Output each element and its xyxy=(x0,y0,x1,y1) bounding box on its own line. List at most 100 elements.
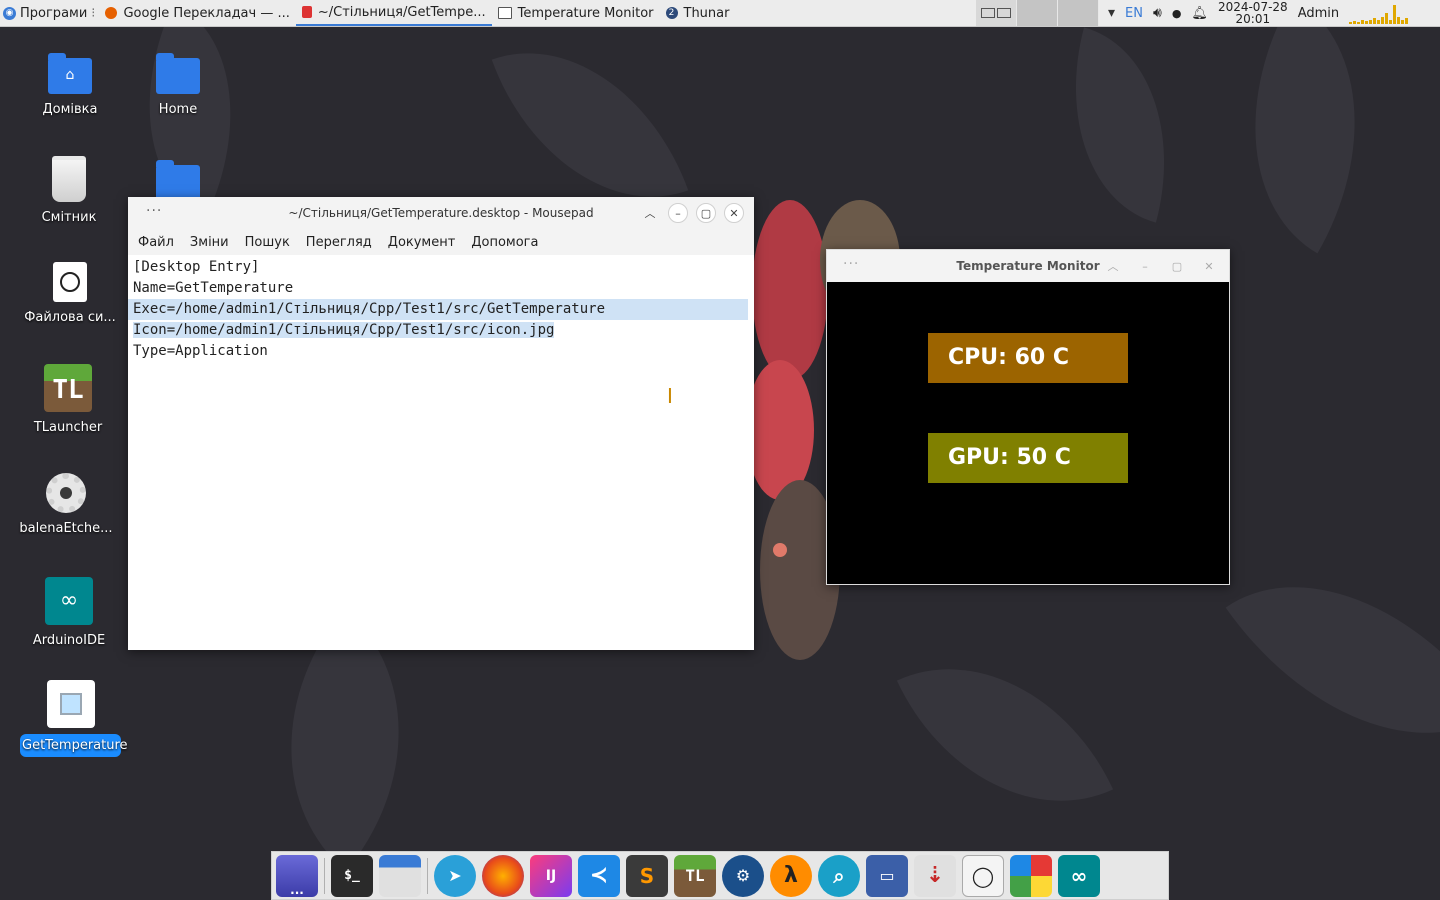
desktop-icon-label: balenaEtche... xyxy=(19,521,113,536)
maximize-button[interactable]: ▢ xyxy=(1167,256,1187,276)
menu-search[interactable]: Пошук xyxy=(245,235,290,250)
wallpaper-leaf xyxy=(1225,515,1440,805)
intellij-icon[interactable]: IJ xyxy=(530,854,572,897)
tlauncher-icon: TL xyxy=(44,364,92,412)
show-desktop-icon[interactable]: ... xyxy=(276,854,318,897)
close-button[interactable]: ✕ xyxy=(1199,256,1219,276)
drive-icon[interactable]: ◯ xyxy=(962,854,1004,897)
task-label: ~/Стільниця/GetTempe... xyxy=(317,4,486,20)
user-menu[interactable]: Admin xyxy=(1298,6,1339,21)
telegram-icon[interactable]: ➤ xyxy=(434,854,476,897)
task-label: Temperature Monitor xyxy=(517,5,654,21)
desktop-icon-label: Смітник xyxy=(41,210,97,225)
desktop-icon-tlauncher[interactable]: TL TLauncher xyxy=(18,364,118,437)
workspace-3[interactable] xyxy=(1058,0,1099,26)
wallpaper-leaf xyxy=(1187,0,1423,254)
half-life-icon[interactable]: λ xyxy=(770,854,812,897)
applications-menu[interactable]: ◉ Програми ⁝ xyxy=(0,0,99,26)
folder-icon xyxy=(156,160,200,201)
desktop-icon-label: TLauncher xyxy=(33,420,103,435)
keyboard-layout[interactable]: EN xyxy=(1125,6,1143,21)
mousepad-titlebar[interactable]: ··· ~/Стільниця/GetTemperature.desktop -… xyxy=(128,197,754,229)
desktop-icon-balenaetcher[interactable]: balenaEtche... xyxy=(16,473,116,538)
shade-icon[interactable]: ︿ xyxy=(640,203,660,223)
clock[interactable]: 2024-07-28 20:01 xyxy=(1218,1,1288,25)
task-label: Thunar xyxy=(683,5,730,21)
workspace-2[interactable] xyxy=(1017,0,1058,26)
desktop-icon-gettemperature[interactable]: GetTemperature xyxy=(20,680,128,757)
cpu-load-bar xyxy=(1389,20,1393,24)
image-viewer-icon[interactable] xyxy=(1010,854,1052,897)
task-temperature-monitor[interactable]: Temperature Monitor xyxy=(492,0,660,26)
cpu-load-bar xyxy=(1381,17,1385,24)
volume-icon[interactable]: 🔊︎ xyxy=(1153,5,1162,21)
network-icon[interactable]: ● xyxy=(1172,7,1182,20)
dock-separator xyxy=(324,857,325,894)
close-button[interactable]: ✕ xyxy=(724,203,744,223)
desktop-icon-home[interactable]: Home xyxy=(128,53,228,119)
cpu-load-graph xyxy=(1349,2,1409,24)
minimize-button[interactable]: – xyxy=(668,203,688,223)
cpu-load-bar xyxy=(1377,20,1381,24)
desktop-icon-folder-partial[interactable] xyxy=(128,160,228,201)
menu-help[interactable]: Допомога xyxy=(471,235,538,250)
menu-view[interactable]: Перегляд xyxy=(306,235,372,250)
window-icon xyxy=(497,7,512,19)
menu-edit[interactable]: Зміни xyxy=(190,235,229,250)
steam-icon[interactable]: ⚙ xyxy=(722,854,764,897)
temperature-monitor-window: ··· Temperature Monitor ︿ – ▢ ✕ CPU: 60 … xyxy=(826,249,1230,585)
editor-line-selected-partial: Icon=/home/admin1/Стільниця/Cpp/Test1/sr… xyxy=(128,320,754,341)
task-firefox[interactable]: Google Перекладач — ... xyxy=(99,0,295,26)
cpu-load-bar xyxy=(1353,21,1357,24)
notifications-icon[interactable]: 🔔︎ xyxy=(1191,6,1208,21)
cpu-load-bar xyxy=(1401,20,1405,24)
cpu-load-bar xyxy=(1393,5,1397,24)
text-editor[interactable]: [Desktop Entry] Name=GetTemperature Exec… xyxy=(128,255,754,362)
editor-line: Type=Application xyxy=(133,343,268,359)
gear-icon xyxy=(46,473,86,513)
window-menu-icon[interactable]: ··· xyxy=(843,256,859,272)
vscode-icon[interactable]: ≺ xyxy=(578,854,620,897)
chip-icon xyxy=(46,680,95,728)
firefox-icon[interactable] xyxy=(482,854,524,897)
temperature-monitor-titlebar[interactable]: ··· Temperature Monitor ︿ – ▢ ✕ xyxy=(827,250,1229,282)
wifi-icon[interactable]: ▾ xyxy=(1108,5,1115,21)
sublime-icon[interactable]: S xyxy=(626,854,668,897)
cpu-load-bar xyxy=(1357,22,1361,24)
wallpaper-leaf xyxy=(1040,27,1200,223)
search-icon[interactable]: ⌕ xyxy=(818,854,860,897)
firefox-icon xyxy=(105,7,118,19)
globe-icon: ◉ xyxy=(3,6,16,20)
maximize-button[interactable]: ▢ xyxy=(696,203,716,223)
task-thunar[interactable]: 2 Thunar xyxy=(660,0,736,26)
workspace-1[interactable] xyxy=(976,0,1017,26)
editor-line-selected: Exec=/home/admin1/Стільниця/Cpp/Test1/sr… xyxy=(128,299,748,320)
cpu-load-bar xyxy=(1369,20,1373,24)
menu-file[interactable]: Файл xyxy=(138,235,174,250)
tlauncher-icon[interactable]: TL xyxy=(674,854,716,897)
desktop-icon-label: Home xyxy=(158,102,198,117)
desktop-icon-filesystem[interactable]: Файлова си... xyxy=(20,262,120,327)
minimize-button[interactable]: – xyxy=(1135,256,1155,276)
desktop-icon-trash[interactable]: Смітник xyxy=(19,156,119,227)
window-menu-icon[interactable]: ··· xyxy=(146,203,162,219)
download-icon[interactable]: ⇣ xyxy=(914,854,956,897)
task-mousepad[interactable]: ~/Стільниця/GetTempe... xyxy=(295,0,492,26)
desktop-icon-home-folder[interactable]: ⌂ Домівка xyxy=(20,53,120,119)
shade-icon[interactable]: ︿ xyxy=(1103,256,1123,276)
cpu-load-bar xyxy=(1349,22,1353,24)
top-panel: ◉ Програми ⁝ Google Перекладач — ... ~/С… xyxy=(0,0,1440,27)
cpu-load-bar xyxy=(1365,21,1369,24)
clock-time: 20:01 xyxy=(1235,12,1271,26)
dock: ... $_ ➤ IJ ≺ S TL ⚙ λ ⌕ ▭ ⇣ ◯ ∞ xyxy=(271,851,1169,900)
menu-bar: Файл Зміни Пошук Перегляд Документ Допом… xyxy=(128,229,754,255)
arduino-icon[interactable]: ∞ xyxy=(1058,854,1100,897)
desktop-icon-arduino[interactable]: ∞ ArduinoIDE xyxy=(19,577,119,650)
terminal-icon[interactable]: $_ xyxy=(331,854,373,897)
trash-icon xyxy=(52,156,86,202)
menu-document[interactable]: Документ xyxy=(388,235,456,250)
files-icon[interactable] xyxy=(379,854,421,897)
arduino-icon: ∞ xyxy=(45,577,93,625)
desktop-icon-label: Файлова си... xyxy=(24,310,116,325)
screen-recorder-icon[interactable]: ▭ xyxy=(866,854,908,897)
